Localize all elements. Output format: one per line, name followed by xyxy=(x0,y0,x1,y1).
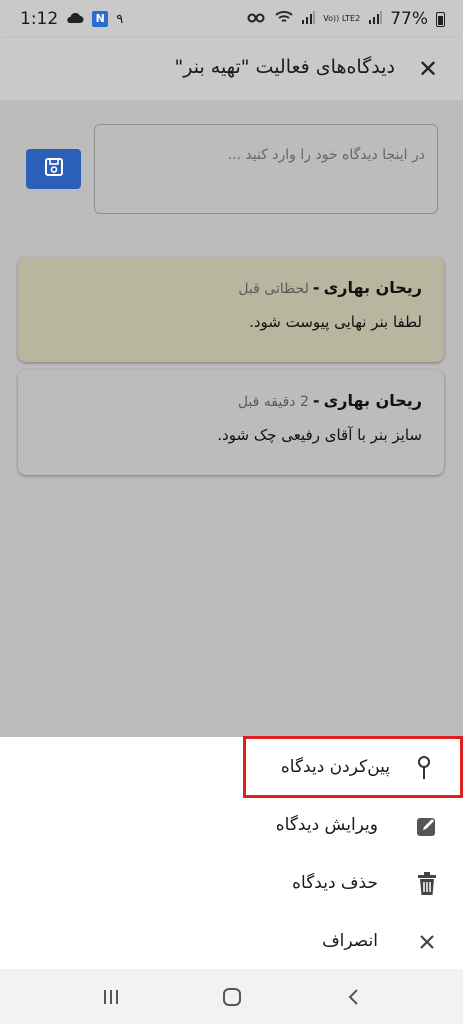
comment-card[interactable]: ریحان بهاری-لحظاتی قبل لطفا بنر نهایی پی… xyxy=(18,257,444,362)
system-nav-bar xyxy=(0,969,463,1024)
comment-header: ریحان بهاری-2 دقیقه قبل xyxy=(238,391,422,410)
comment-author: ریحان بهاری xyxy=(323,391,422,410)
comment-text: سایز بنر با آقای رفیعی چک شود. xyxy=(217,426,422,444)
cancel-icon xyxy=(415,930,439,954)
close-icon[interactable]: ✕ xyxy=(415,54,441,84)
comment-input[interactable] xyxy=(94,124,438,214)
delete-comment-label: حذف دیدگاه xyxy=(292,873,378,893)
comment-time: لحظاتی قبل xyxy=(238,281,309,297)
trash-icon xyxy=(415,872,439,896)
comments-content: ریحان بهاری-لحظاتی قبل لطفا بنر نهایی پی… xyxy=(0,100,463,737)
wifi-icon xyxy=(275,9,293,29)
cancel-label: انصراف xyxy=(322,931,378,951)
key-icon xyxy=(247,9,267,29)
recents-icon[interactable] xyxy=(91,977,131,1017)
status-extra: ۹ xyxy=(116,11,124,27)
battery-icon xyxy=(436,11,445,27)
pin-icon xyxy=(412,756,436,780)
status-left: 1:12 N ۹ xyxy=(20,9,123,29)
screen: 1:12 N ۹ Vo)) LTE2 77% دی xyxy=(0,0,463,1024)
status-bar: 1:12 N ۹ Vo)) LTE2 77% xyxy=(0,0,463,38)
signal-icon-2 xyxy=(368,9,383,29)
comment-header: ریحان بهاری-لحظاتی قبل xyxy=(238,278,422,297)
battery-level: 77% xyxy=(390,9,428,29)
app-bar: دیدگاه‌های فعالیت "تهیه بنر" ✕ xyxy=(0,38,463,100)
network-label: Vo)) LTE2 xyxy=(323,14,361,23)
comment-time: 2 دقیقه قبل xyxy=(237,394,309,410)
pin-comment-item[interactable]: پین‌کردن دیدگاه xyxy=(243,736,463,798)
comment-card[interactable]: ریحان بهاری-2 دقیقه قبل سایز بنر با آقای… xyxy=(18,370,444,475)
action-sheet: پین‌کردن دیدگاه ویرایش دیدگاه حذف دیدگاه… xyxy=(0,736,463,971)
home-icon[interactable] xyxy=(212,977,252,1017)
comment-author: ریحان بهاری xyxy=(323,278,422,297)
cloud-icon xyxy=(66,9,84,29)
signal-icon xyxy=(301,9,316,29)
pin-comment-label: پین‌کردن دیدگاه xyxy=(280,757,390,777)
back-icon[interactable] xyxy=(333,977,373,1017)
save-button[interactable] xyxy=(26,149,81,189)
cancel-item[interactable]: انصراف xyxy=(0,913,463,971)
app-notification-icon: N xyxy=(92,11,109,27)
status-time: 1:12 xyxy=(20,9,59,29)
delete-comment-item[interactable]: حذف دیدگاه xyxy=(0,855,463,913)
page-title: دیدگاه‌های فعالیت "تهیه بنر" xyxy=(174,56,395,78)
comment-separator: - xyxy=(312,391,320,410)
save-icon xyxy=(44,157,64,181)
comment-separator: - xyxy=(312,278,320,297)
edit-comment-label: ویرایش دیدگاه xyxy=(275,815,378,835)
edit-icon xyxy=(415,814,439,838)
edit-comment-item[interactable]: ویرایش دیدگاه xyxy=(0,797,463,855)
status-right: Vo)) LTE2 77% xyxy=(247,9,445,29)
comment-text: لطفا بنر نهایی پیوست شود. xyxy=(249,313,422,331)
